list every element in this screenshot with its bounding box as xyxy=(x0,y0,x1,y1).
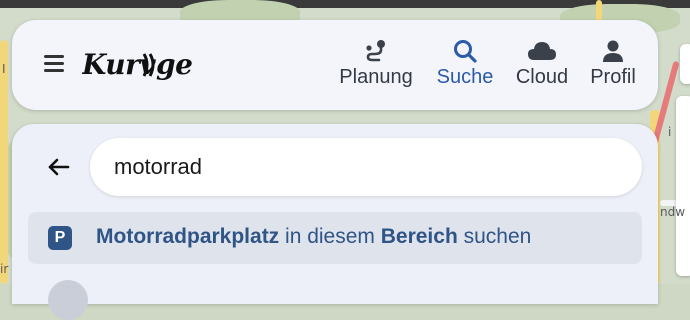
map-label: I xyxy=(2,62,6,76)
app-header: Kurv ger Planung Suche Cloud Profil xyxy=(12,20,658,110)
nav-suche-label: Suche xyxy=(436,66,494,88)
nav-cloud-label: Cloud xyxy=(515,66,569,88)
nav-profil-label: Profil xyxy=(590,66,636,88)
nav-cloud[interactable]: Cloud xyxy=(510,38,574,89)
map-road xyxy=(0,40,8,284)
search-suggestion[interactable]: P Motorradparkplatz in diesem Bereich su… xyxy=(28,212,642,264)
map-label: ir xyxy=(0,262,9,276)
back-arrow-icon[interactable] xyxy=(46,154,72,180)
suggestion-category: Motorradparkplatz xyxy=(96,225,280,248)
map-label: i xyxy=(668,125,672,139)
nav-profil[interactable]: Profil xyxy=(586,38,640,89)
suggestion-text: Motorradparkplatz in diesem Bereich such… xyxy=(96,225,531,249)
parking-icon: P xyxy=(48,226,72,250)
map-control-button[interactable] xyxy=(680,44,690,84)
nav-planung[interactable]: Planung xyxy=(334,38,418,89)
map-road xyxy=(596,0,602,22)
search-panel: P Motorradparkplatz in diesem Bereich su… xyxy=(12,124,658,320)
cloud-icon xyxy=(528,42,556,60)
person-icon xyxy=(603,40,623,62)
nav-planung-label: Planung xyxy=(339,66,413,88)
svg-text:ger: ger xyxy=(156,48,194,81)
suggestion-area: Bereich xyxy=(380,225,458,248)
search-icon xyxy=(454,40,477,63)
app-logo[interactable]: Kurv ger xyxy=(81,44,210,92)
map-label: ndw xyxy=(660,205,686,219)
map-control-button[interactable] xyxy=(676,96,690,276)
hamburger-menu-icon[interactable] xyxy=(44,55,66,73)
route-icon xyxy=(366,40,385,62)
suggestion-middle: in diesem xyxy=(279,225,381,248)
kurviger-logo-icon: Kurv ger xyxy=(81,48,210,81)
next-result-icon xyxy=(48,280,88,320)
suggestion-suffix: suchen xyxy=(457,225,532,248)
search-input[interactable] xyxy=(90,138,642,196)
nav-suche[interactable]: Suche xyxy=(432,38,498,89)
